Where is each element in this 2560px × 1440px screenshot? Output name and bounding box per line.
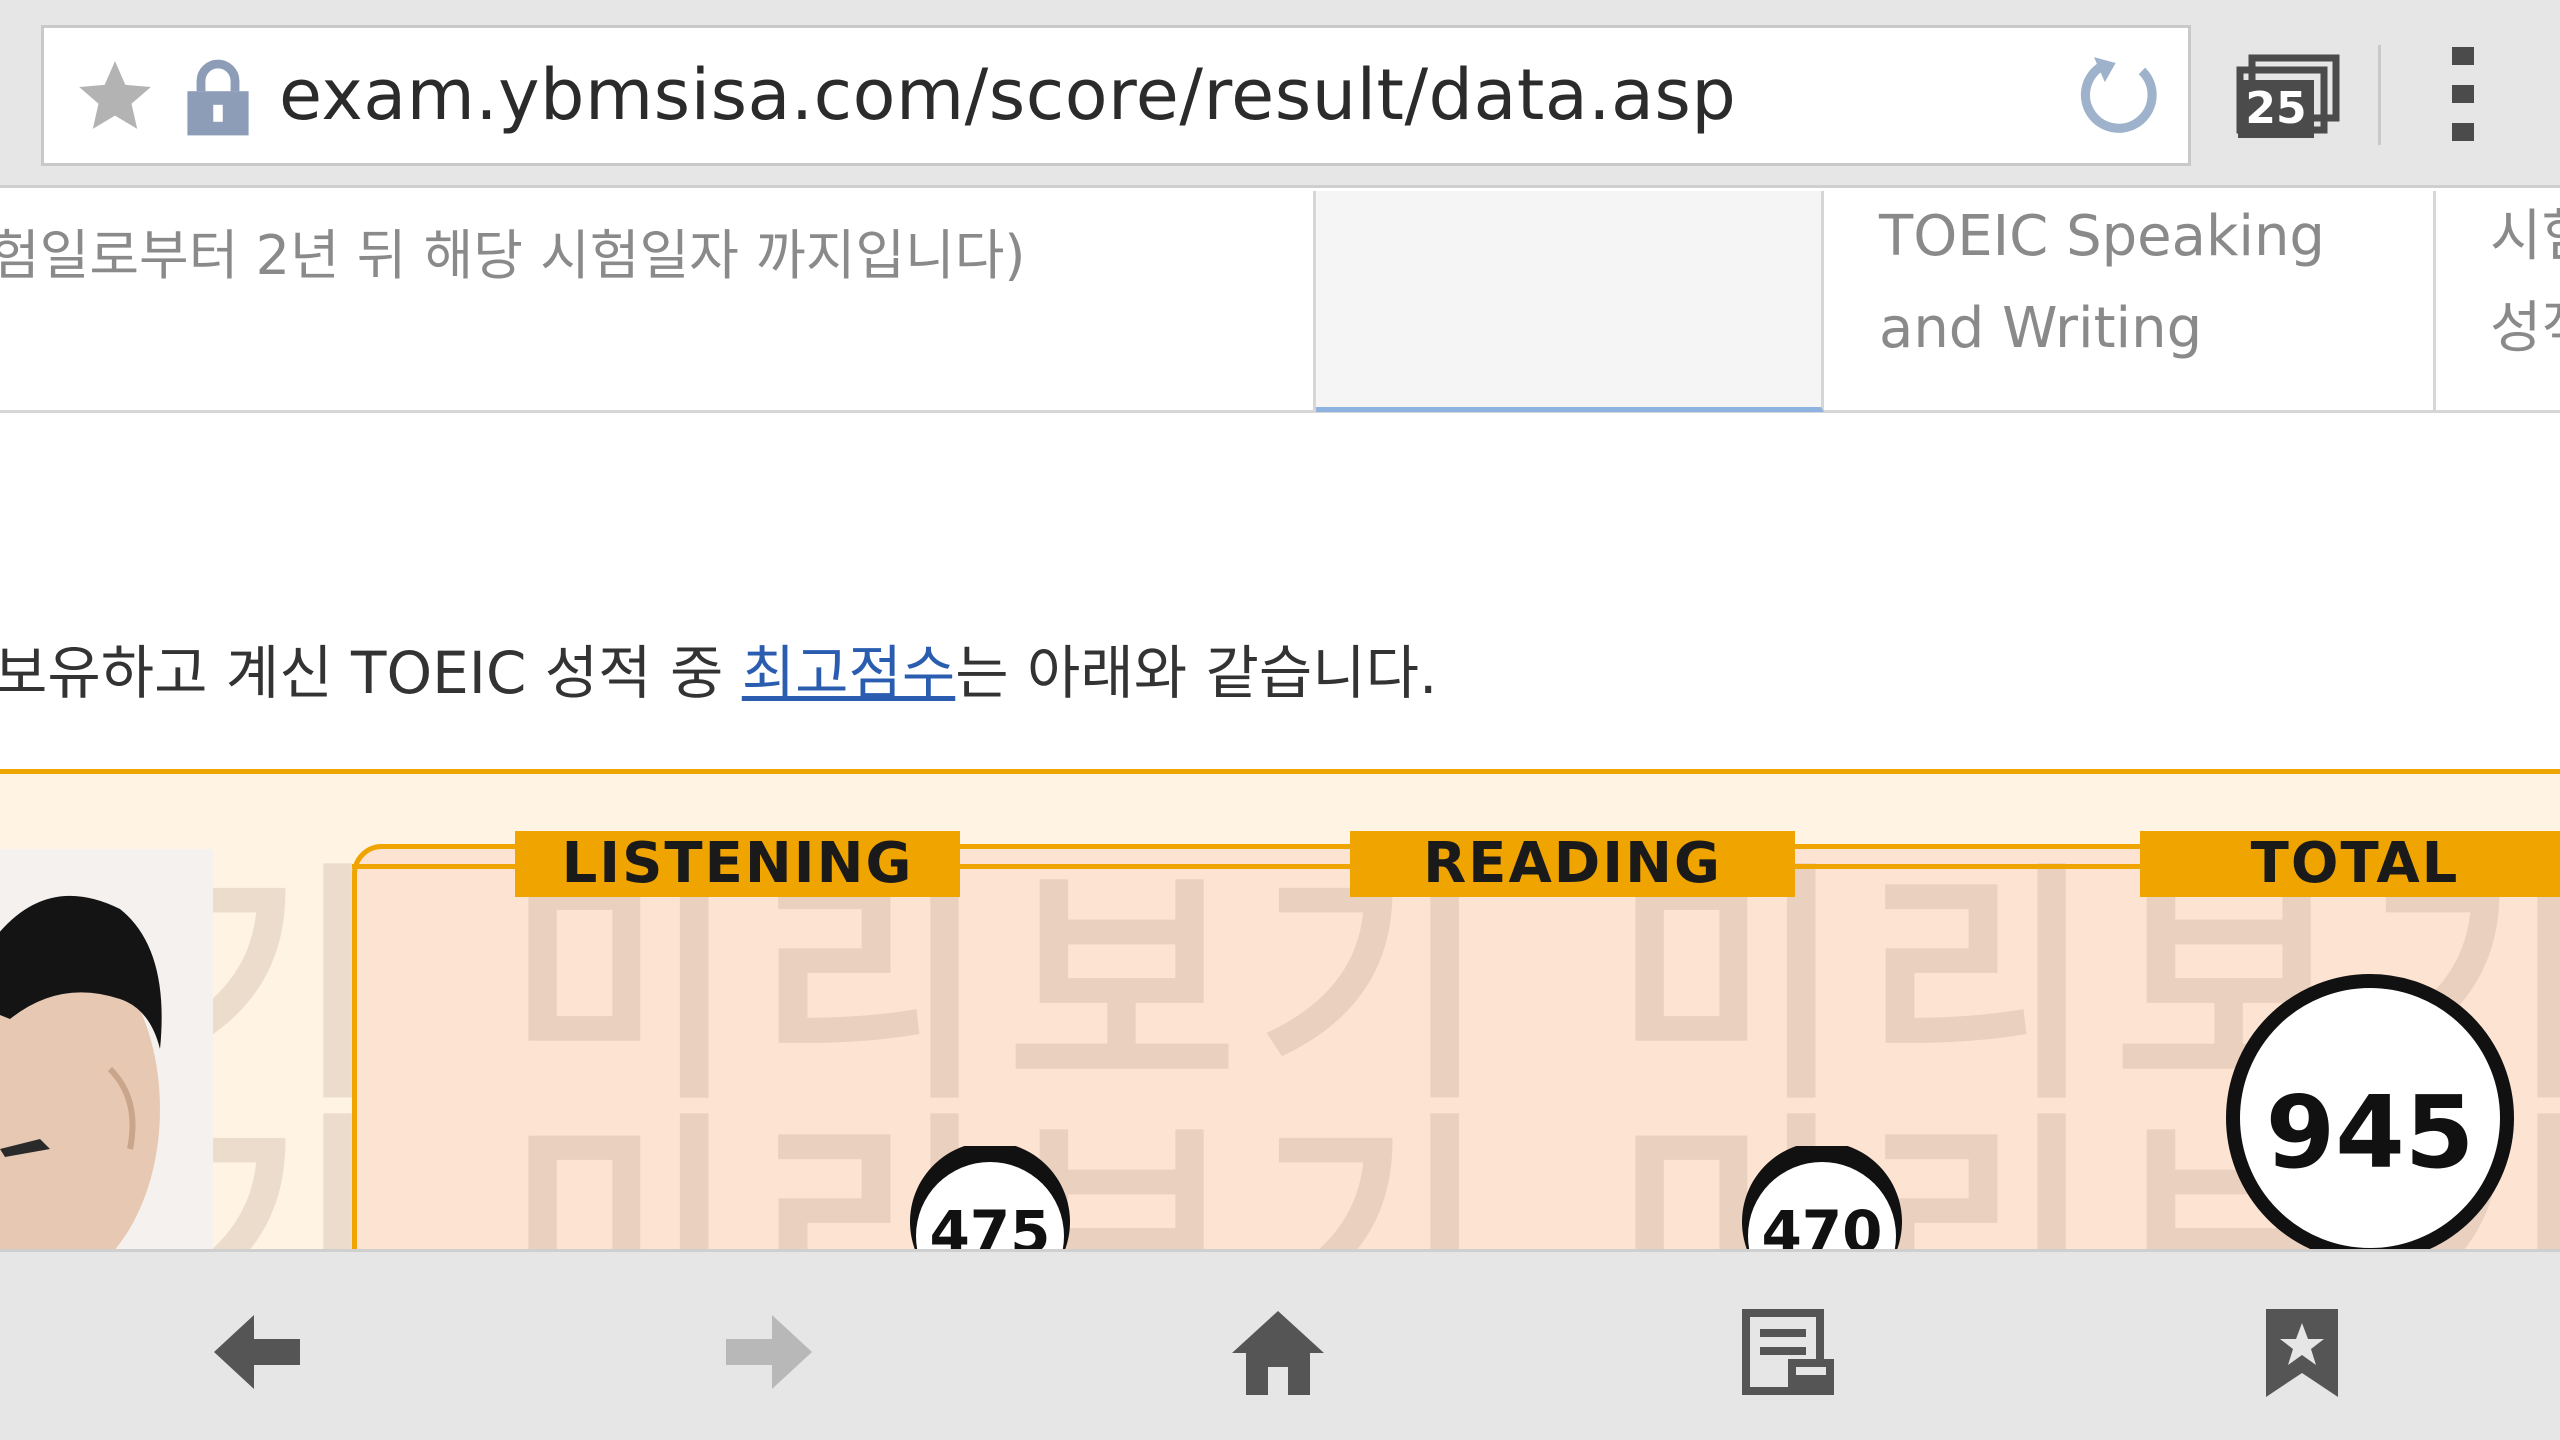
forward-arrow-icon[interactable] — [718, 1307, 818, 1397]
intro-text-before: 보유하고 계신 TOEIC 성적 중 — [0, 639, 742, 707]
total-score: 945 — [2265, 1074, 2475, 1191]
total-label-text: TOTAL — [2250, 831, 2460, 896]
reading-label-text: READING — [1423, 831, 1722, 896]
intro-text-after: 는 아래와 같습니다. — [955, 639, 1438, 707]
tab-label-line1: TOEIC Speaking — [1879, 204, 2325, 269]
listening-score: 475 — [929, 1198, 1051, 1249]
tab-toeic-speaking-writing[interactable]: TOEIC Speaking and Writing — [1824, 191, 2436, 410]
reading-score: 470 — [1761, 1198, 1883, 1249]
star-icon[interactable] — [72, 54, 158, 140]
validity-note: 험일로부터 2년 뒤 해당 시험일자 까지입니다) — [0, 224, 1026, 287]
back-arrow-icon[interactable] — [208, 1307, 308, 1397]
selected-tab-cell[interactable] — [1316, 191, 1824, 412]
validity-note-cell: 험일로부터 2년 뒤 해당 시험일자 까지입니다) — [0, 191, 1316, 410]
overflow-menu-icon[interactable] — [2452, 45, 2488, 145]
address-bar[interactable]: exam.ybmsisa.com/score/result/data.asp — [41, 25, 2191, 166]
browser-toolbar: exam.ybmsisa.com/score/result/data.asp 2… — [0, 0, 2560, 188]
best-score-link[interactable]: 최고점수 — [742, 639, 955, 707]
info-table-row: 험일로부터 2년 뒤 해당 시험일자 까지입니다) TOEIC Speaking… — [0, 191, 2560, 413]
web-page: 험일로부터 2년 뒤 해당 시험일자 까지입니다) TOEIC Speaking… — [0, 191, 2560, 1249]
tab-truncated[interactable]: 시험 성적 — [2436, 191, 2560, 410]
browser-bottom-nav — [0, 1249, 2560, 1440]
tab-truncated-line2: 성적 — [2490, 296, 2560, 361]
total-label: TOTAL — [2140, 831, 2560, 897]
toolbar-divider — [2378, 45, 2381, 145]
tab-truncated-line1: 시험 — [2490, 204, 2560, 269]
reading-label: READING — [1350, 831, 1795, 897]
score-card: 기 미리보기 미리보기 기 미리보기 미리보기 LISTENING READIN… — [0, 769, 2560, 1249]
lock-icon — [187, 59, 249, 136]
tab-count[interactable]: 25 — [2238, 80, 2314, 138]
intro-sentence: 보유하고 계신 TOEIC 성적 중 최고점수는 아래와 같습니다. — [0, 626, 1437, 710]
examinee-photo — [0, 849, 213, 1249]
url-text[interactable]: exam.ybmsisa.com/score/result/data.asp — [279, 54, 1736, 136]
home-icon[interactable] — [1228, 1307, 1328, 1397]
person-photo-image — [0, 895, 162, 1249]
listening-label: LISTENING — [515, 831, 960, 897]
tab-label-line2: and Writing — [1879, 296, 2203, 361]
listening-label-text: LISTENING — [561, 831, 914, 896]
reader-mode-icon[interactable] — [1740, 1307, 1840, 1397]
reload-icon[interactable] — [2069, 48, 2169, 148]
bookmarks-icon[interactable] — [2252, 1307, 2352, 1397]
